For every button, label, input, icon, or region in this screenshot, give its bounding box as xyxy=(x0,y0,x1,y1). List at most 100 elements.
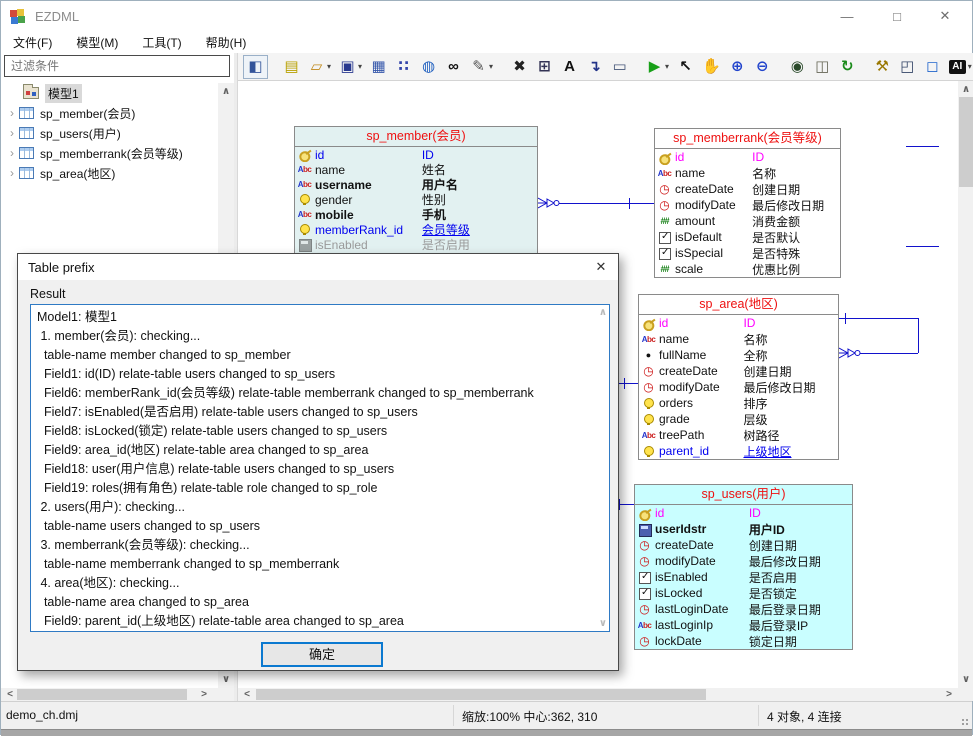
new-table-button[interactable]: ⊞ xyxy=(533,55,556,79)
refresh-button[interactable]: ↻ xyxy=(836,55,859,79)
dropdown-arrow-icon[interactable]: ▾ xyxy=(489,62,493,71)
field-row-isEnabled[interactable]: isEnabled是否启用 xyxy=(635,569,852,585)
scroll-left-icon[interactable]: < xyxy=(3,688,17,701)
dropdown-arrow-icon[interactable]: ▾ xyxy=(968,62,972,71)
export-print-button[interactable]: ◫ xyxy=(811,55,834,79)
field-row-amount[interactable]: ##amount消费金额 xyxy=(655,213,840,229)
field-row-orders[interactable]: orders排序 xyxy=(639,395,838,411)
tree-item-label[interactable]: sp_memberrank(会员等级) xyxy=(40,145,183,162)
properties-button[interactable]: ◰ xyxy=(896,55,919,79)
result-memo[interactable]: Model1: 模型1 1. member(会员): checking... t… xyxy=(30,304,610,632)
chevron-right-icon[interactable]: › xyxy=(5,106,19,120)
select-area-button[interactable]: ◻ xyxy=(921,55,944,79)
chevron-right-icon[interactable]: › xyxy=(5,166,19,180)
tree-nodes-button[interactable]: ∷ xyxy=(392,55,415,79)
field-row-isLocked[interactable]: isLocked是否锁定 xyxy=(635,585,852,601)
field-row-userIdstr[interactable]: userIdstr用户ID xyxy=(635,521,852,537)
ai-button[interactable]: AI▾ xyxy=(946,55,973,79)
field-row-modifyDate[interactable]: ◷modifyDate最后修改日期 xyxy=(655,197,840,213)
field-row-mobile[interactable]: Abcmobile手机 xyxy=(295,207,537,222)
field-row-username[interactable]: Abcusername用户名 xyxy=(295,177,537,192)
globe-button[interactable]: ◍ xyxy=(417,55,440,79)
field-row-memberRank_id[interactable]: memberRank_id会员等级 xyxy=(295,222,537,237)
tree-item-sp-users[interactable]: › sp_users(用户) xyxy=(1,123,218,143)
frame-region-button[interactable]: ▭ xyxy=(608,55,631,79)
pencil-button[interactable]: ✎▾ xyxy=(467,55,496,79)
scroll-up-icon[interactable]: ∧ xyxy=(219,85,233,98)
close-button[interactable]: ✕ xyxy=(923,1,967,31)
field-row-isSpecial[interactable]: isSpecial是否特殊 xyxy=(655,245,840,261)
field-row-grade[interactable]: grade层级 xyxy=(639,411,838,427)
scrollbar-thumb[interactable] xyxy=(959,97,973,187)
table-title[interactable]: sp_member(会员) xyxy=(295,127,537,147)
chevron-right-icon[interactable]: › xyxy=(5,146,19,160)
canvas-horizontal-scrollbar[interactable]: < > xyxy=(238,688,958,701)
scroll-left-icon[interactable]: < xyxy=(240,688,254,701)
field-row-id[interactable]: idID xyxy=(295,147,537,162)
zoom-out-button[interactable]: ⊖ xyxy=(751,55,774,79)
relation-area-self[interactable] xyxy=(858,353,918,354)
text-label-button[interactable]: A xyxy=(558,55,581,79)
field-row-scale[interactable]: ##scale优惠比例 xyxy=(655,261,840,277)
field-row-createDate[interactable]: ◷createDate创建日期 xyxy=(639,363,838,379)
dropdown-arrow-icon[interactable]: ▾ xyxy=(358,62,362,71)
dropdown-arrow-icon[interactable]: ▾ xyxy=(327,62,331,71)
menu-model[interactable]: 模型(M) xyxy=(64,34,130,51)
tree-item-label[interactable]: sp_area(地区) xyxy=(40,165,115,182)
scroll-right-icon[interactable]: > xyxy=(942,688,956,701)
chevron-right-icon[interactable]: › xyxy=(5,126,19,140)
tree-root-model[interactable]: 模型1 xyxy=(1,83,218,103)
field-row-gender[interactable]: gender性别 xyxy=(295,192,537,207)
dialog-title-bar[interactable]: Table prefix ✕ xyxy=(18,254,618,280)
field-row-name[interactable]: Abcname姓名 xyxy=(295,162,537,177)
result-log-text[interactable]: Model1: 模型1 1. member(会员): checking... t… xyxy=(37,308,589,628)
scrollbar-thumb[interactable] xyxy=(17,689,187,700)
field-row-lockDate[interactable]: ◷lockDate锁定日期 xyxy=(635,633,852,649)
field-row-isDefault[interactable]: isDefault是否默认 xyxy=(655,229,840,245)
table-title[interactable]: sp_memberrank(会员等级) xyxy=(655,129,840,149)
find-binoculars-button[interactable]: ∞ xyxy=(442,55,465,79)
table-title[interactable]: sp_area(地区) xyxy=(639,295,838,315)
relation-member-memberrank[interactable] xyxy=(556,203,654,204)
resize-grip[interactable] xyxy=(962,719,970,727)
panel-toggle-button[interactable]: ◧ xyxy=(243,55,268,79)
wrench-add-button[interactable]: ⚒ xyxy=(871,55,894,79)
field-row-id[interactable]: idID xyxy=(655,149,840,165)
field-row-createDate[interactable]: ◷createDate创建日期 xyxy=(655,181,840,197)
scrollbar-thumb[interactable] xyxy=(256,689,706,700)
scroll-down-icon[interactable]: ∨ xyxy=(599,618,607,629)
dropdown-arrow-icon[interactable]: ▾ xyxy=(665,62,669,71)
field-row-name[interactable]: Abcname名称 xyxy=(639,331,838,347)
field-row-treePath[interactable]: AbctreePath树路径 xyxy=(639,427,838,443)
menu-tools[interactable]: 工具(T) xyxy=(130,34,193,51)
delete-x-button[interactable]: ✖ xyxy=(508,55,531,79)
field-row-isEnabled[interactable]: isEnabled是否启用 xyxy=(295,237,537,252)
filter-input[interactable] xyxy=(4,55,230,77)
save-button[interactable]: ▣▾ xyxy=(336,55,365,79)
field-row-fullName[interactable]: ●fullName全称 xyxy=(639,347,838,363)
new-file-button[interactable]: ▤ xyxy=(280,55,303,79)
cursor-button[interactable]: ↖ xyxy=(674,55,697,79)
zoom-in-button[interactable]: ⊕ xyxy=(726,55,749,79)
tree-item-label[interactable]: sp_users(用户) xyxy=(40,125,121,142)
scroll-right-icon[interactable]: > xyxy=(197,688,211,701)
table-sp_users[interactable]: sp_users(用户)idIDuserIdstr用户ID◷createDate… xyxy=(634,484,853,650)
ok-button[interactable]: 确定 xyxy=(261,642,383,667)
relation-area-self[interactable] xyxy=(918,318,919,353)
field-row-id[interactable]: idID xyxy=(639,315,838,331)
menu-help[interactable]: 帮助(H) xyxy=(194,34,259,51)
scroll-up-icon[interactable]: ∧ xyxy=(959,83,973,96)
open-folder-button[interactable]: ▱▾ xyxy=(305,55,334,79)
tree-item-sp-member[interactable]: › sp_member(会员) xyxy=(1,103,218,123)
eye-button[interactable]: ◉ xyxy=(786,55,809,79)
relation-area-self[interactable] xyxy=(839,318,918,319)
table-sp_area[interactable]: sp_area(地区)idIDAbcname名称●fullName全称◷crea… xyxy=(638,294,839,460)
table-title[interactable]: sp_users(用户) xyxy=(635,485,852,505)
tree-item-sp-area[interactable]: › sp_area(地区) xyxy=(1,163,218,183)
dialog-close-icon[interactable]: ✕ xyxy=(584,259,618,275)
minimize-button[interactable]: — xyxy=(825,1,869,31)
run-play-button[interactable]: ▶▾ xyxy=(643,55,672,79)
field-row-createDate[interactable]: ◷createDate创建日期 xyxy=(635,537,852,553)
canvas-vertical-scrollbar[interactable]: ∧ ∨ xyxy=(958,81,973,688)
field-row-id[interactable]: idID xyxy=(635,505,852,521)
